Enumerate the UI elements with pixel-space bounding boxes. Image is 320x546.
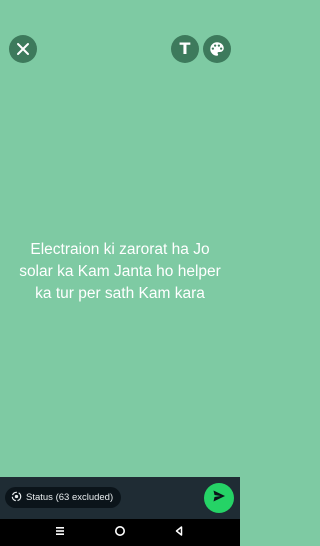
send-icon	[212, 489, 226, 508]
close-icon	[16, 42, 30, 56]
back-icon	[173, 524, 185, 542]
send-button[interactable]	[204, 483, 234, 513]
home-button[interactable]	[112, 525, 128, 541]
palette-icon	[208, 40, 226, 58]
status-privacy-label: Status (63 excluded)	[26, 492, 114, 503]
recents-button[interactable]	[52, 525, 68, 541]
background-color-button[interactable]	[203, 35, 231, 63]
status-privacy-icon	[11, 489, 22, 507]
home-icon	[114, 524, 126, 542]
text-format-icon: T	[179, 39, 191, 58]
status-text[interactable]: Electraion ki zarorat ha Jo solar ka Kam…	[10, 239, 230, 305]
compose-bottom-bar: Status (63 excluded)	[0, 477, 240, 519]
status-text-line: ka tur per sath Kam kara	[35, 285, 205, 302]
status-privacy-chip[interactable]: Status (63 excluded)	[5, 487, 122, 508]
back-button[interactable]	[171, 525, 187, 541]
system-navigation-bar	[0, 519, 240, 546]
close-button[interactable]	[9, 35, 37, 63]
text-style-button[interactable]: T	[171, 35, 199, 63]
recents-icon	[54, 524, 66, 542]
status-text-line: Electraion ki zarorat ha Jo	[30, 241, 210, 258]
status-text-line: solar ka Kam Janta ho helper	[19, 263, 221, 280]
